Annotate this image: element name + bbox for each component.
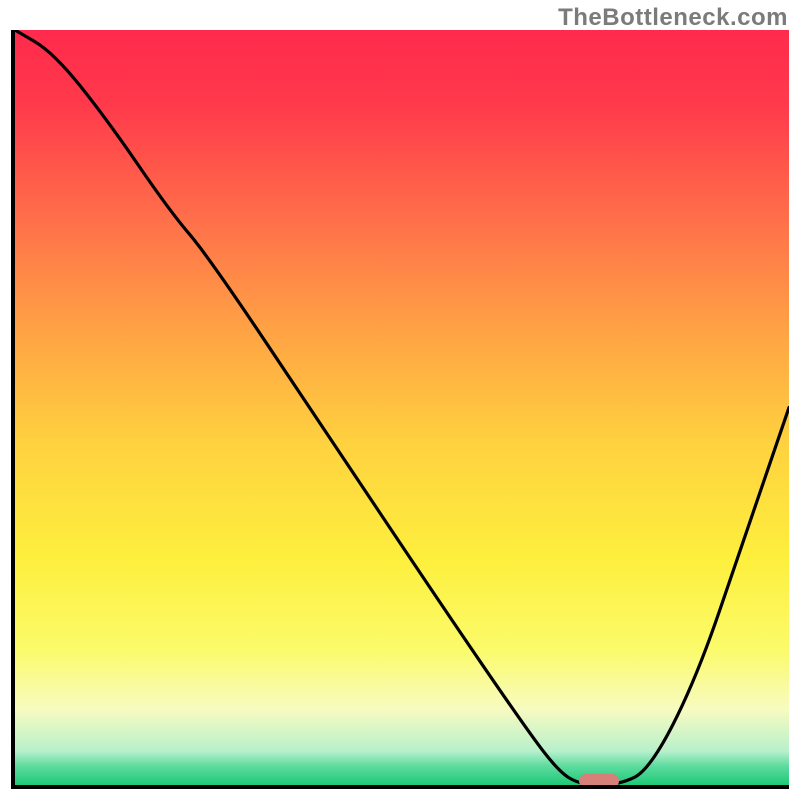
- gradient-background: [15, 30, 789, 785]
- plot-svg: [15, 30, 789, 785]
- watermark-text: TheBottleneck.com: [558, 4, 788, 32]
- chart-frame: TheBottleneck.com: [0, 0, 800, 800]
- optimal-marker: [579, 774, 619, 788]
- plot-area: [11, 30, 789, 789]
